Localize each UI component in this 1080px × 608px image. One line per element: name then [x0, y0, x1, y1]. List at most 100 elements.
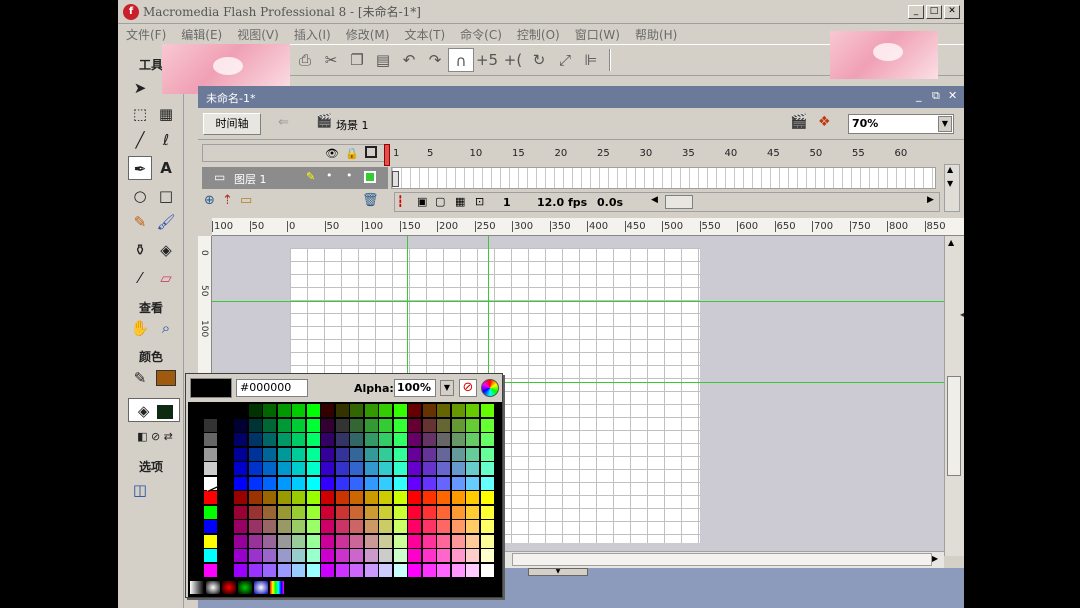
color-swatch[interactable]: [321, 476, 334, 490]
color-swatch[interactable]: [451, 563, 465, 577]
color-swatch[interactable]: [422, 476, 436, 490]
color-swatch[interactable]: [364, 418, 378, 432]
color-swatch[interactable]: [451, 476, 465, 490]
color-swatch[interactable]: [379, 447, 392, 461]
color-swatch[interactable]: [234, 462, 247, 475]
layer-row[interactable]: ▭ 图层 1 ✎ • •: [202, 167, 388, 189]
color-swatch[interactable]: [277, 404, 291, 417]
scroll-up-icon[interactable]: ▲: [948, 238, 954, 247]
color-swatch[interactable]: [292, 404, 305, 417]
side-panel-collapse-icon[interactable]: ◀: [960, 310, 964, 319]
paste-icon[interactable]: ▤: [370, 48, 396, 72]
color-swatch[interactable]: [422, 404, 436, 417]
color-swatch[interactable]: [422, 418, 436, 432]
hex-color-input[interactable]: #000000: [236, 379, 308, 397]
color-swatch[interactable]: [480, 462, 494, 475]
color-swatch[interactable]: [408, 563, 421, 577]
color-swatch[interactable]: [350, 534, 363, 548]
color-swatch[interactable]: [234, 491, 247, 504]
show-hide-eye-icon[interactable]: 👁: [325, 147, 339, 160]
outline-icon[interactable]: [365, 146, 377, 158]
lasso-tool-icon[interactable]: ℓ: [154, 128, 178, 152]
cut-icon[interactable]: ✂: [318, 48, 344, 72]
color-swatch[interactable]: [364, 404, 378, 417]
fill-color-control[interactable]: ◈: [128, 398, 180, 422]
color-swatch[interactable]: [234, 433, 247, 446]
color-swatch[interactable]: [234, 534, 247, 548]
color-swatch[interactable]: [321, 433, 334, 446]
color-swatch[interactable]: [350, 505, 363, 519]
minimize-button[interactable]: _: [908, 5, 924, 19]
alpha-dropdown-arrow-icon[interactable]: ▼: [440, 380, 454, 396]
color-swatch[interactable]: [466, 505, 479, 519]
smooth-icon[interactable]: +5: [474, 48, 500, 72]
color-swatch[interactable]: [204, 534, 217, 548]
color-swatch[interactable]: [422, 462, 436, 475]
color-swatch[interactable]: [306, 549, 320, 562]
color-swatch[interactable]: [480, 491, 494, 504]
color-swatch[interactable]: [379, 505, 392, 519]
color-swatch[interactable]: [292, 433, 305, 446]
color-swatch[interactable]: [248, 520, 262, 533]
stroke-color-swatch[interactable]: [156, 370, 176, 386]
color-swatch[interactable]: [335, 476, 349, 490]
color-swatch[interactable]: [321, 447, 334, 461]
redo-icon[interactable]: ↷: [422, 48, 448, 72]
timeline-vscroll[interactable]: ▲ ▼: [944, 164, 960, 212]
onion-skin-icon[interactable]: ▣: [417, 195, 427, 208]
swap-colors-icons[interactable]: ◧ ⊘ ⇄: [130, 428, 180, 452]
color-swatch[interactable]: [437, 563, 450, 577]
color-swatch[interactable]: [422, 447, 436, 461]
color-swatch[interactable]: [437, 476, 450, 490]
timeline-scroll-left-icon[interactable]: ◀: [651, 195, 658, 205]
copy-icon[interactable]: ❐: [344, 48, 370, 72]
rotate-skew-icon[interactable]: ↻: [526, 48, 552, 72]
pencil-tool-icon[interactable]: ✎: [128, 210, 152, 234]
color-swatch[interactable]: [393, 476, 407, 490]
color-swatch[interactable]: [335, 447, 349, 461]
color-swatch[interactable]: [480, 549, 494, 562]
color-swatch[interactable]: [263, 563, 276, 577]
color-swatch[interactable]: [408, 491, 421, 504]
text-tool-icon[interactable]: A: [154, 156, 178, 180]
color-swatch[interactable]: [350, 563, 363, 577]
color-swatch[interactable]: [263, 534, 276, 548]
no-color-icon[interactable]: ⊘: [459, 379, 477, 397]
gradient-swatch[interactable]: [270, 581, 284, 594]
color-swatch[interactable]: [335, 534, 349, 548]
gradient-swatch-row[interactable]: [188, 580, 502, 595]
color-swatch[interactable]: [393, 549, 407, 562]
color-swatch[interactable]: [321, 491, 334, 504]
rectangle-tool-icon[interactable]: □: [154, 184, 178, 208]
color-swatch[interactable]: [277, 563, 291, 577]
color-swatch[interactable]: [292, 418, 305, 432]
alpha-input[interactable]: 100%: [394, 379, 436, 397]
color-swatch[interactable]: [451, 418, 465, 432]
color-swatch[interactable]: [321, 520, 334, 533]
scale-icon[interactable]: ⤢: [552, 48, 578, 72]
horizontal-guide-1[interactable]: [212, 301, 944, 302]
color-swatch[interactable]: [437, 549, 450, 562]
vertical-scroll-thumb[interactable]: [947, 376, 961, 476]
color-swatch[interactable]: [204, 505, 217, 519]
eraser-tool-icon[interactable]: ▱: [154, 266, 178, 290]
color-swatch[interactable]: [437, 447, 450, 461]
color-swatch[interactable]: [364, 462, 378, 475]
color-swatch[interactable]: [466, 520, 479, 533]
color-swatch[interactable]: [306, 447, 320, 461]
color-swatch[interactable]: [408, 520, 421, 533]
maximize-button[interactable]: □: [926, 5, 942, 19]
undo-icon[interactable]: ↶: [396, 48, 422, 72]
color-swatch[interactable]: [437, 505, 450, 519]
color-swatch[interactable]: [277, 447, 291, 461]
color-swatch[interactable]: [306, 418, 320, 432]
color-swatch[interactable]: [306, 520, 320, 533]
color-swatch[interactable]: [335, 491, 349, 504]
color-swatch[interactable]: [437, 418, 450, 432]
paint-bucket-tool-icon[interactable]: ◈: [154, 238, 178, 262]
color-swatch[interactable]: [292, 447, 305, 461]
color-swatch[interactable]: [451, 505, 465, 519]
color-swatch[interactable]: [379, 534, 392, 548]
color-swatch[interactable]: [480, 534, 494, 548]
timeline-scroll-up-icon[interactable]: ▲: [947, 165, 953, 174]
